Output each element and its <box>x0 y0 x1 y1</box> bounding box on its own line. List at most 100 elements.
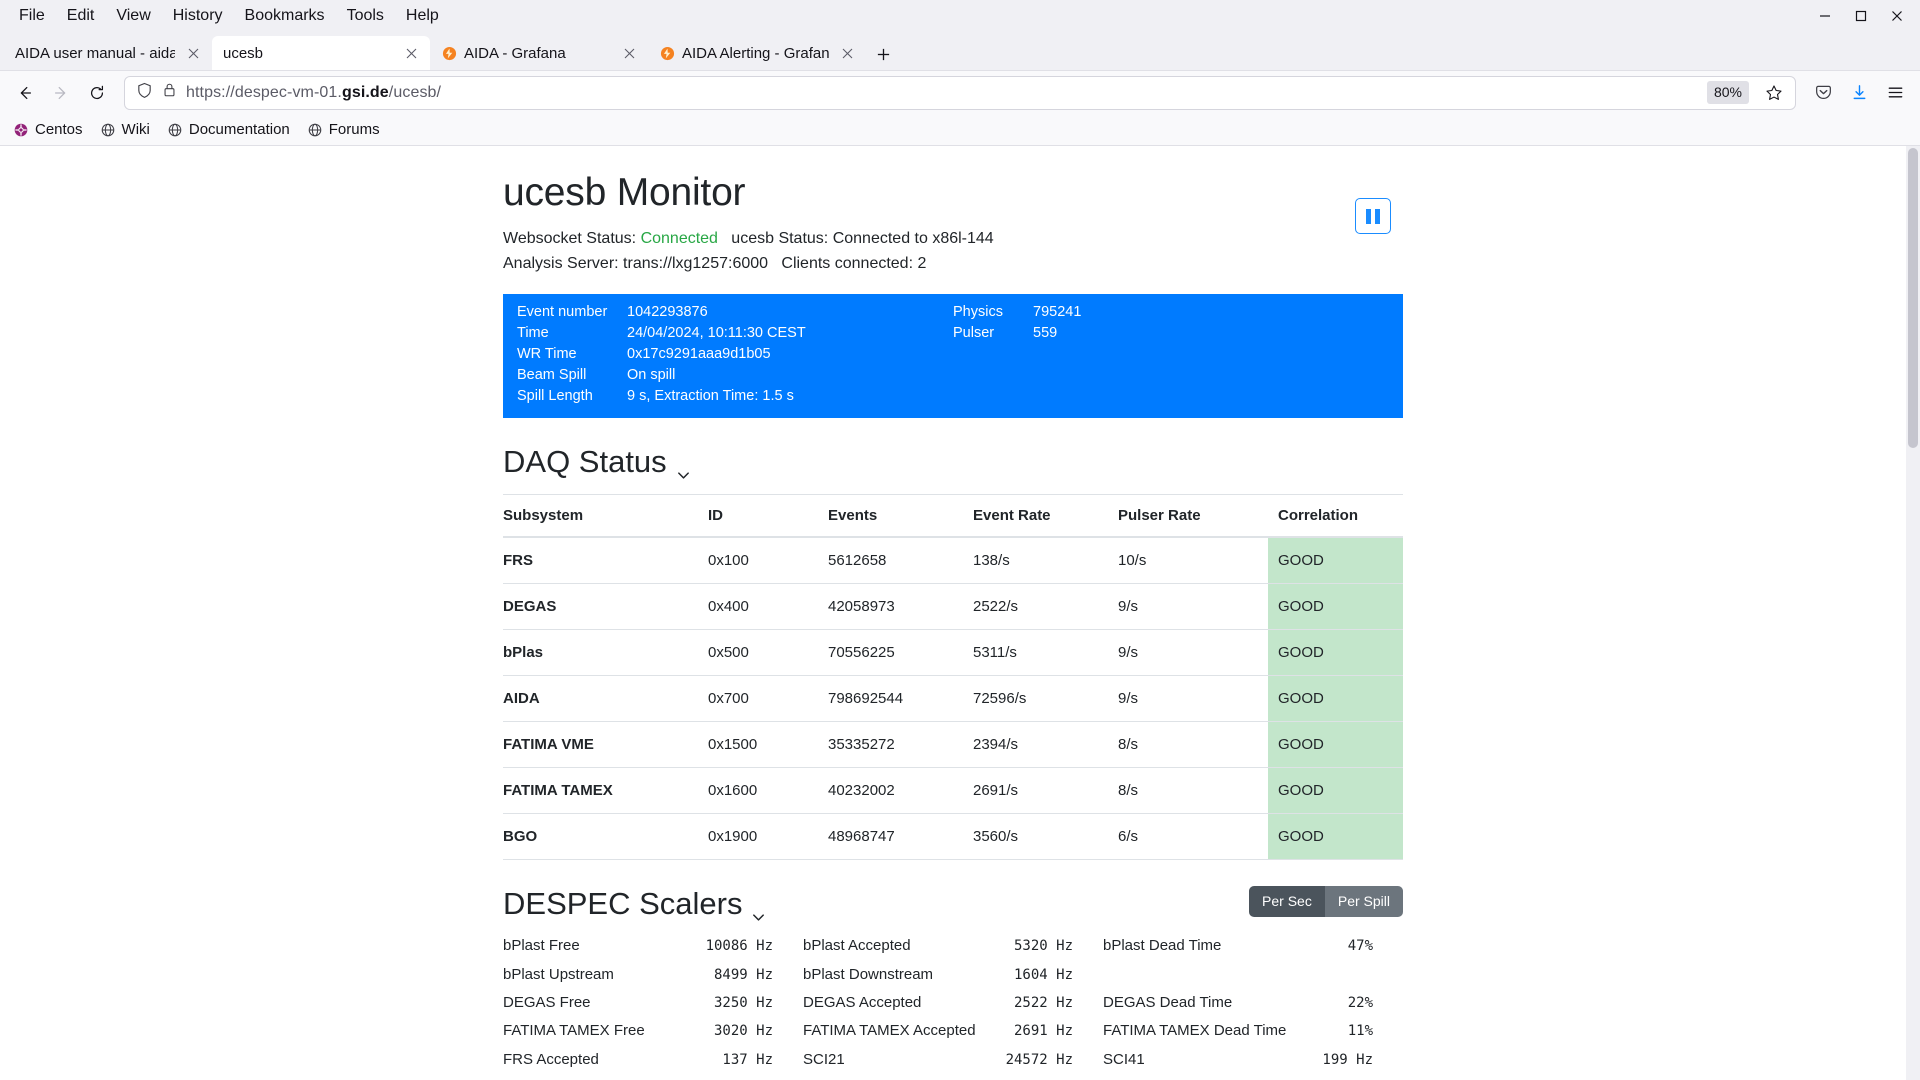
chevron-down-icon[interactable] <box>676 455 690 479</box>
scaler-label: DEGAS Free <box>503 993 591 1011</box>
menu-history[interactable]: History <box>162 5 234 27</box>
tab-aida-grafana[interactable]: AIDA - Grafana <box>430 36 648 70</box>
scaler-label: SCI41 <box>1103 1050 1145 1068</box>
info-key: Pulser <box>953 325 995 342</box>
scaler-value: 3020 Hz <box>705 1023 773 1040</box>
bookmark-star-icon[interactable] <box>1760 79 1788 107</box>
info-value: 0x17c9291aaa9d1b05 <box>627 346 771 363</box>
maximize-icon[interactable] <box>1844 1 1878 31</box>
toggle-per-sec[interactable]: Per Sec <box>1249 886 1325 918</box>
globe-icon <box>100 122 116 138</box>
scaler-value: 11% <box>1305 1023 1373 1040</box>
scaler-label: FATIMA TAMEX Accepted <box>803 1022 976 1040</box>
cell-event-rate: 138/s <box>973 537 1118 585</box>
scaler-value: 47% <box>1305 938 1373 955</box>
analysis-server-label: Analysis Server: <box>503 254 619 272</box>
bookmark-forums[interactable]: Forums <box>300 117 387 142</box>
menu-bookmarks[interactable]: Bookmarks <box>234 5 336 27</box>
cell-pulser-rate: 8/s <box>1118 767 1268 815</box>
bookmark-centos[interactable]: Centos <box>6 117 90 142</box>
websocket-status-value: Connected <box>640 229 718 247</box>
back-button[interactable] <box>8 76 42 110</box>
navigation-toolbar: https://despec-vm-01.gsi.de/ucesb/ 80% <box>0 70 1920 114</box>
pocket-icon[interactable] <box>1806 76 1840 110</box>
despec-scalers-heading[interactable]: DESPEC Scalers <box>503 886 765 922</box>
scaler-value: 10086 Hz <box>705 938 773 955</box>
scrollbar-thumb[interactable] <box>1908 148 1918 448</box>
scaler-label: bPlast Free <box>503 937 580 955</box>
cell-subsystem: bPlas <box>503 629 708 677</box>
cell-events: 42058973 <box>828 583 973 631</box>
address-bar[interactable]: https://despec-vm-01.gsi.de/ucesb/ 80% <box>124 75 1796 110</box>
tab-ucesb[interactable]: ucesb <box>212 36 430 70</box>
menu-view[interactable]: View <box>105 5 161 27</box>
shield-icon[interactable] <box>136 82 153 104</box>
zoom-level-badge[interactable]: 80% <box>1706 81 1749 104</box>
scaler-label: bPlast Dead Time <box>1103 937 1222 955</box>
downloads-icon[interactable] <box>1842 76 1876 110</box>
scaler-label: bPlast Accepted <box>803 937 911 955</box>
daq-status-heading[interactable]: DAQ Status <box>503 444 1403 480</box>
scaler-item: FATIMA TAMEX Accepted 2691 Hz <box>803 1017 1103 1045</box>
tab-label: AIDA Alerting - Grafana <box>682 44 829 62</box>
close-icon[interactable] <box>400 42 422 64</box>
cell-events: 48968747 <box>828 813 973 861</box>
pause-icon <box>1366 208 1380 224</box>
status-badge: GOOD <box>1268 675 1403 723</box>
minimize-icon[interactable] <box>1808 1 1842 31</box>
scaler-item: bPlast Free 10086 Hz <box>503 932 803 960</box>
scaler-value: 1604 Hz <box>1005 966 1073 983</box>
bookmark-wiki[interactable]: Wiki <box>93 117 157 142</box>
scaler-value: 199 Hz <box>1305 1051 1373 1068</box>
scaler-item: FATIMA TAMEX Dead Time 11% <box>1103 1017 1403 1045</box>
cell-pulser-rate: 9/s <box>1118 675 1268 723</box>
close-icon[interactable] <box>836 42 858 64</box>
scaler-item <box>1103 1074 1403 1080</box>
cell-events: 35335272 <box>828 721 973 769</box>
menu-tools[interactable]: Tools <box>336 5 395 27</box>
globe-icon <box>167 122 183 138</box>
close-icon[interactable] <box>182 42 204 64</box>
scaler-item: bPlast Upstream 8499 Hz <box>503 961 803 989</box>
column-header-id: ID <box>708 494 828 539</box>
info-value: 1042293876 <box>627 304 708 321</box>
scaler-label: FATIMA TAMEX Dead Time <box>1103 1022 1287 1040</box>
table-row: AIDA 0x700 798692544 72596/s 9/s GOOD <box>503 675 1403 723</box>
cell-event-rate: 5311/s <box>973 629 1118 677</box>
tab-aida-user-manual[interactable]: AIDA user manual - aida_man <box>4 36 212 70</box>
menu-file[interactable]: File <box>8 5 56 27</box>
app-menu-icon[interactable] <box>1878 76 1912 110</box>
scaler-label: FATIMA TAMEX Free <box>503 1022 645 1040</box>
cell-subsystem: DEGAS <box>503 583 708 631</box>
close-icon[interactable] <box>618 42 640 64</box>
cell-pulser-rate: 6/s <box>1118 813 1268 861</box>
cell-event-rate: 2394/s <box>973 721 1118 769</box>
forward-button[interactable] <box>44 76 78 110</box>
menu-edit[interactable]: Edit <box>56 5 106 27</box>
scaler-item: bPlast Dead Time 47% <box>1103 932 1403 960</box>
menu-help[interactable]: Help <box>395 5 450 27</box>
scaler-value: 2522 Hz <box>1005 994 1073 1011</box>
analysis-server-line: Analysis Server: trans://lxg1257:6000 Cl… <box>503 252 1355 277</box>
close-icon[interactable] <box>1880 1 1914 31</box>
new-tab-button[interactable] <box>866 38 900 70</box>
chevron-down-icon[interactable] <box>751 897 765 921</box>
table-row: BGO 0x1900 48968747 3560/s 6/s GOOD <box>503 813 1403 861</box>
cell-id: 0x100 <box>708 537 828 585</box>
tab-aida-alerting-grafana[interactable]: AIDA Alerting - Grafana <box>648 36 866 70</box>
bookmark-label: Documentation <box>188 121 290 138</box>
bookmark-documentation[interactable]: Documentation <box>160 117 297 142</box>
page-scrollbar[interactable] <box>1906 146 1920 1080</box>
clients-connected-value: 2 <box>917 254 927 272</box>
cell-events: 70556225 <box>828 629 973 677</box>
despec-scalers-header: DESPEC Scalers Per Sec Per Spill <box>503 860 1403 922</box>
reload-button[interactable] <box>80 76 114 110</box>
bookmarks-bar: Centos Wiki Documentation Forums <box>0 114 1920 146</box>
centos-icon <box>13 122 29 138</box>
lock-icon[interactable] <box>162 82 177 103</box>
pause-button[interactable] <box>1355 198 1391 234</box>
scaler-item: SCI21 24572 Hz <box>803 1046 1103 1074</box>
status-badge: GOOD <box>1268 721 1403 769</box>
toggle-per-spill[interactable]: Per Spill <box>1324 886 1403 918</box>
scaler-value: 137 Hz <box>705 1051 773 1068</box>
